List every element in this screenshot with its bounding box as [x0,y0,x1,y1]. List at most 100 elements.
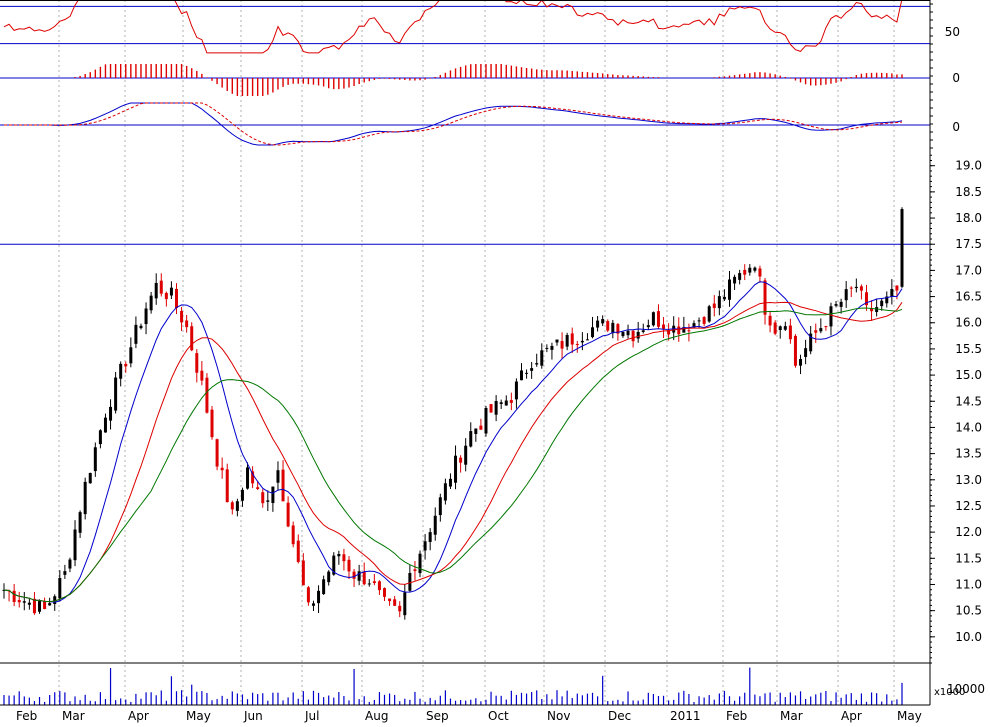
candle-body [489,404,493,413]
candle-body [890,288,894,297]
price-tick-label: 12.0 [955,525,982,539]
month-tick-label: Feb [16,709,37,723]
candle-body [702,317,706,324]
candle-body [48,603,52,606]
candle-body [778,326,782,331]
price-tick-label: 17.5 [955,237,982,251]
candle-body [103,417,107,433]
candle-body [286,502,290,527]
candle-body [530,368,534,371]
candle-body [550,345,554,350]
candle-body [164,292,168,300]
candle-body [555,339,559,343]
candle-body [570,333,574,345]
candle-body [626,330,630,336]
candle-body [560,340,564,349]
candle-body [596,320,600,328]
price-tick-label: 16.5 [955,290,982,304]
candle-body [712,303,716,308]
candle-body [484,407,488,434]
candle-body [438,497,442,516]
candle-body [271,486,275,504]
candle-body [372,581,376,584]
histogram-panel [0,64,930,96]
candle-body [266,500,270,502]
candle-body [27,602,31,605]
candle-body [190,326,194,351]
candle-body [525,372,529,374]
candle-body [799,359,803,366]
candle-body [114,377,118,411]
candle-body [261,492,265,504]
candle-body [246,467,250,489]
candle-body [733,276,737,284]
price-tick-label: 10.0 [955,630,982,644]
candle-body [73,529,77,561]
candle-body [159,280,163,294]
price-tick-label: 14.5 [955,394,982,408]
candle-body [93,447,97,472]
candle-body [144,308,148,325]
candle-body [834,304,838,306]
candle-body [641,330,645,332]
candle-body [215,439,219,467]
candle-body [738,273,742,280]
price-tick-label: 12.5 [955,499,982,513]
price-tick-label: 17.0 [955,263,982,277]
candle-body [900,209,904,287]
candle-body [301,560,305,586]
candle-body [174,288,178,309]
candle-body [124,363,128,367]
candle-body [22,601,26,603]
macd-line [4,102,903,146]
histogram-tick-label: 0 [952,71,960,85]
candle-body [88,472,92,484]
candle-body [494,400,498,415]
macd-tick-label: 0 [952,120,960,134]
candle-body [611,322,615,334]
candle-body [418,553,422,574]
candle-body [276,470,280,483]
price-panel [0,207,930,620]
candle-body [367,583,371,585]
month-tick-label: Mar [780,709,803,723]
stock-chart: Feb Mar Apr May Jun Jul Aug Sep Oct Nov Dec 2011 Feb… [0,0,990,723]
price-tick-label: 16.0 [955,316,982,330]
candle-body [362,571,366,585]
candle-body [388,598,392,602]
candle-body [646,325,650,328]
candle-body [423,541,427,551]
month-tick-label: Mar [62,709,85,723]
candle-body [109,406,113,421]
candle-body [687,330,691,332]
candle-body [859,286,863,291]
month-tick-label: Jul [304,709,319,723]
candle-body [575,344,579,346]
price-tick-label: 18.0 [955,211,982,225]
candle-body [474,428,478,434]
candle-body [788,325,792,340]
month-tick-label: Aug [365,709,388,723]
candle-body [773,322,777,334]
candle-body [540,350,544,366]
candle-body [129,347,133,364]
candle-body [32,598,36,614]
candle-body [783,326,787,330]
candle-body [895,285,899,291]
candle-body [469,431,473,447]
panel-frames [0,0,931,706]
candle-body [621,332,625,337]
candle-body [408,573,412,591]
candle-body [677,326,681,335]
candle-body [393,599,397,606]
candle-body [12,590,16,602]
month-tick-label: Oct [488,709,509,723]
moving-average-line [3,281,903,603]
candle-body [722,296,726,300]
chart-svg: Feb Mar Apr May Jun Jul Aug Sep Oct Nov Dec 2011 Feb… [0,0,985,723]
price-tick-label: 10.5 [955,604,982,618]
candle-body [519,370,523,381]
month-tick-label: Feb [726,709,747,723]
month-tick-label: May [897,709,922,723]
candle-body [195,353,199,373]
